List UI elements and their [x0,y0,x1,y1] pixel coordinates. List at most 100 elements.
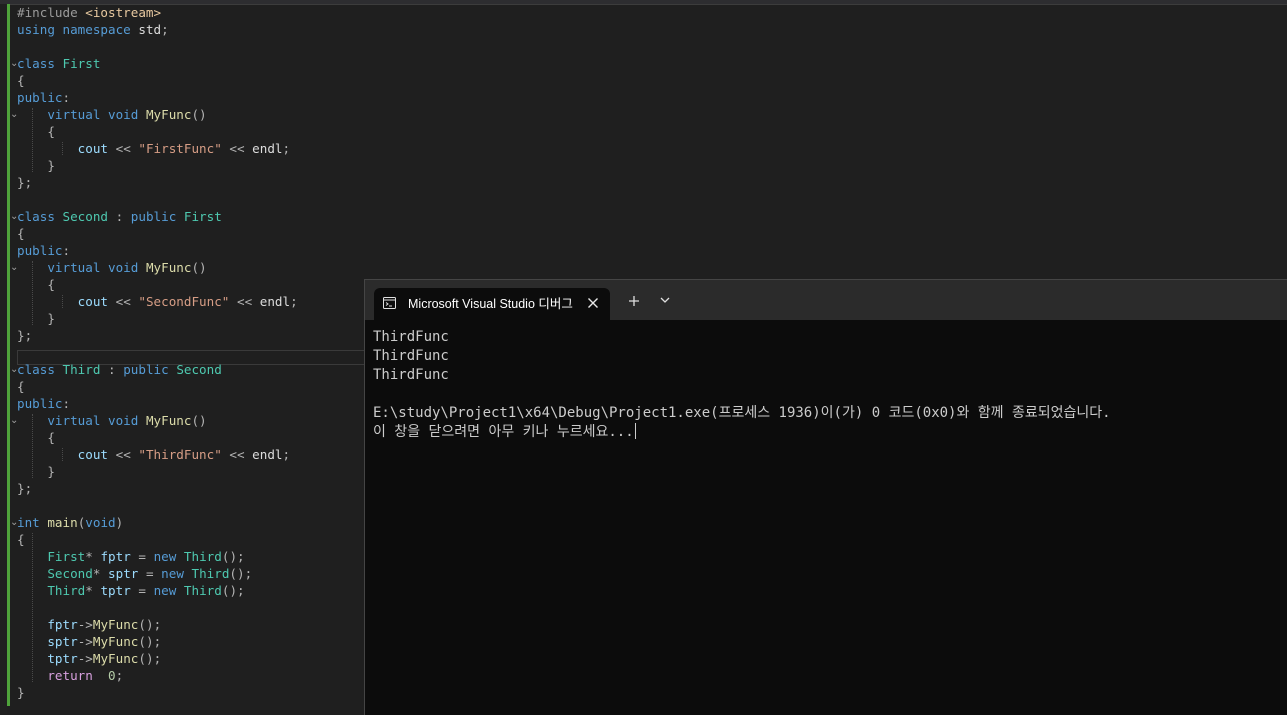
code-line[interactable]: cout << "SecondFunc" << endl; [0,293,365,310]
code-text: { [17,379,25,394]
code-line[interactable]: }; [0,174,365,191]
code-text: int main(void) [17,515,124,530]
code-line[interactable]: fptr->MyFunc(); [0,616,365,633]
code-line[interactable]: { [0,72,365,89]
console-text: ThirdFunc [373,329,449,345]
console-text: ThirdFunc [373,348,449,364]
console-text: ThirdFunc [373,367,449,383]
indent-guide [32,261,34,325]
code-text: virtual void MyFunc() [47,413,207,428]
code-text: fptr->MyFunc(); [47,617,162,632]
console-line: ThirdFunc [373,328,1278,347]
code-text: } [47,464,55,479]
code-line[interactable]: public: [0,89,365,106]
code-line[interactable]: { [0,123,365,140]
code-text: virtual void MyFunc() [47,107,207,122]
code-line[interactable]: ⌄ class Second : public First [0,208,365,225]
terminal-title-bar: Microsoft Visual Studio 디버그 [365,280,1287,320]
code-line[interactable]: { [0,429,365,446]
code-line[interactable]: }; [0,327,365,344]
code-line[interactable]: { [0,225,365,242]
chevron-down-icon[interactable] [659,295,671,305]
indent-guide [32,533,34,682]
console-line: ThirdFunc [373,347,1278,366]
code-line[interactable]: sptr->MyFunc(); [0,633,365,650]
code-text: }; [17,175,33,190]
code-line[interactable] [0,191,365,208]
console-line: ThirdFunc [373,366,1278,385]
code-text: Second* sptr = new Third(); [47,566,253,581]
code-text: sptr->MyFunc(); [47,634,162,649]
code-line[interactable]: }; [0,480,365,497]
code-line[interactable]: Third* tptr = new Third(); [0,582,365,599]
code-text: } [47,311,55,326]
code-text: tptr->MyFunc(); [47,651,162,666]
code-line[interactable]: } [0,310,365,327]
indent-guide [32,108,34,172]
code-text: }; [17,481,33,496]
code-line[interactable] [0,497,365,514]
code-line[interactable]: using namespace std; [0,21,365,38]
console-window-icon [383,297,396,309]
terminal-tab[interactable]: Microsoft Visual Studio 디버그 [374,288,610,320]
code-line[interactable]: tptr->MyFunc(); [0,650,365,667]
code-line[interactable]: First* fptr = new Third(); [0,548,365,565]
code-line[interactable]: ⌄ virtual void MyFunc() [0,259,365,276]
code-text: cout << "FirstFunc" << endl; [77,141,291,156]
text-cursor [634,423,636,439]
code-text: #include <iostream> [17,5,162,20]
code-line[interactable]: Second* sptr = new Third(); [0,565,365,582]
code-area[interactable]: #include <iostream> using namespace std; ⌄… [0,4,367,710]
code-line[interactable]: return 0; [0,667,365,684]
terminal-tab-title: Microsoft Visual Studio 디버그 [408,297,573,311]
code-line[interactable]: ⌄ virtual void MyFunc() [0,412,365,429]
close-icon[interactable] [584,294,602,312]
indent-guide [62,142,64,155]
indent-guide [62,448,64,461]
code-text: public: [17,90,71,105]
code-text: { [17,226,25,241]
code-text: { [17,532,25,547]
code-line[interactable] [0,38,365,55]
code-line[interactable]: { [0,378,365,395]
code-text: virtual void MyFunc() [47,260,207,275]
code-text: { [17,73,25,88]
code-line[interactable]: { [0,276,365,293]
code-line[interactable]: ⌄ class First [0,55,365,72]
console-output[interactable]: ThirdFunc ThirdFunc ThirdFunc E:\study\Proj… [373,328,1278,442]
code-text: { [47,430,55,445]
code-line[interactable] [0,344,365,361]
code-line[interactable]: } [0,463,365,480]
code-line[interactable]: } [0,157,365,174]
code-line[interactable]: } [0,684,365,701]
code-text: cout << "ThirdFunc" << endl; [77,447,291,462]
code-text: } [17,685,25,700]
indent-guide [32,414,34,478]
code-line[interactable] [0,599,365,616]
console-line: E:\study\Project1\x64\Debug\Project1.exe… [373,404,1278,423]
code-text: class First [17,56,101,71]
code-line[interactable]: ⌄ class Third : public Second [0,361,365,378]
code-text: }; [17,328,33,343]
console-text: E:\study\Project1\x64\Debug\Project1.exe… [373,405,1111,421]
code-text: { [47,124,55,139]
code-line[interactable]: ⌄ virtual void MyFunc() [0,106,365,123]
code-text: Third* tptr = new Third(); [47,583,245,598]
code-text: class Third : public Second [17,362,222,377]
code-line[interactable]: cout << "FirstFunc" << endl; [0,140,365,157]
code-text: using namespace std; [17,22,169,37]
code-line[interactable]: public: [0,242,365,259]
code-line[interactable]: cout << "ThirdFunc" << endl; [0,446,365,463]
code-line[interactable]: public: [0,395,365,412]
code-text: cout << "SecondFunc" << endl; [77,294,298,309]
code-line[interactable]: ⌄ int main(void) [0,514,365,531]
code-text: public: [17,243,71,258]
code-text: class Second : public First [17,209,222,224]
debug-console-window[interactable]: Microsoft Visual Studio 디버그 ThirdFunc Thi… [364,279,1287,715]
code-line[interactable]: { [0,531,365,548]
code-line[interactable]: #include <iostream> [0,4,365,21]
plus-icon[interactable] [626,293,642,309]
code-text: First* fptr = new Third(); [47,549,245,564]
console-line: 이 창을 닫으려면 아무 키나 누르세요... [373,423,1278,442]
